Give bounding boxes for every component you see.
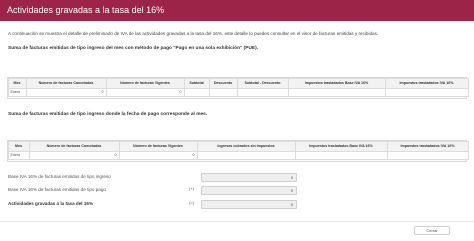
section1-table: Mes Número de facturas Canceladas Número… [7, 77, 469, 97]
section2-header-row: Mes Número de facturas Canceladas Número… [7, 140, 469, 152]
table-cell: 0 [28, 150, 120, 160]
table-cell [386, 150, 469, 160]
section1-title: Suma de facturas emitidas de tipo ingres… [8, 46, 259, 51]
column-header[interactable]: Número de facturas Canceladas [25, 77, 107, 89]
table-cell [208, 87, 238, 97]
footer-divider [0, 221, 474, 222]
summary-label-ingreso: Base IVA 16% de facturas emitidas de tip… [8, 174, 111, 179]
table-cell: 0 [105, 87, 185, 97]
table-cell [196, 150, 296, 160]
summary-label-pago: Base IVA 16% de facturas emitidas de tip… [8, 187, 106, 192]
section2-title: Suma de facturas emitidas de tipo ingres… [8, 112, 208, 117]
column-header[interactable]: Descuento [208, 77, 238, 89]
table-row[interactable]: Enero 0 0 [7, 150, 469, 160]
column-header[interactable]: Número de facturas Vigentes [105, 77, 185, 89]
close-button[interactable]: Cerrar [414, 226, 450, 235]
column-header[interactable]: Número de facturas Canceladas [28, 140, 120, 152]
actividades-gravadas-total-field: 0 [201, 200, 297, 209]
summary-note-pago: (+) [189, 186, 194, 191]
table-cell [294, 150, 388, 160]
table-row[interactable]: Enero 0 0 [7, 87, 469, 97]
column-header[interactable]: Impuestos trasladados Base IVA 16% [287, 77, 386, 89]
column-header[interactable]: Impuestos trasladados IVA 16% [384, 77, 469, 89]
section2-table-frame: Mes Número de facturas Canceladas Número… [7, 140, 469, 162]
column-header[interactable]: Número de facturas Vigentes [118, 140, 198, 152]
table-cell: Enero [7, 150, 30, 160]
section1-header-row: Mes Número de facturas Canceladas Número… [7, 77, 469, 89]
summary-label-total: Actividades gravadas a la tasa del 16% [8, 201, 94, 206]
column-header[interactable]: Subtotal - Descuento [236, 77, 289, 89]
section2-table: Mes Número de facturas Canceladas Número… [7, 140, 469, 160]
table-cell [384, 87, 469, 97]
table-cell [287, 87, 386, 97]
table-cell: Enero [7, 87, 27, 97]
column-header[interactable]: Mes [7, 140, 30, 152]
table-cell: 0 [118, 150, 198, 160]
section1-table-frame: Mes Número de facturas Canceladas Número… [7, 77, 469, 99]
column-header[interactable]: Subtotal [183, 77, 210, 89]
intro-text: A continuación se muestra el detalle de … [8, 31, 379, 36]
table-cell [183, 87, 210, 97]
table-cell [236, 87, 289, 97]
table-cell: 0 [25, 87, 107, 97]
summary-note-total: (=) [189, 200, 194, 205]
column-header[interactable]: Ingresos cobrados sin impuestos [196, 140, 296, 152]
modal-header: Actividades gravadas a la tasa del 16% [0, 0, 474, 21]
column-header[interactable]: Impuestos trasladados Base IVA 16% [294, 140, 388, 152]
base-iva-pago-field: 0 [201, 186, 297, 195]
column-header[interactable]: Impuestos trasladados IVA 16% [386, 140, 469, 152]
modal-title: Actividades gravadas a la tasa del 16% [7, 5, 165, 15]
column-header[interactable]: Mes [7, 77, 27, 89]
base-iva-ingreso-field: 0 [201, 173, 297, 182]
